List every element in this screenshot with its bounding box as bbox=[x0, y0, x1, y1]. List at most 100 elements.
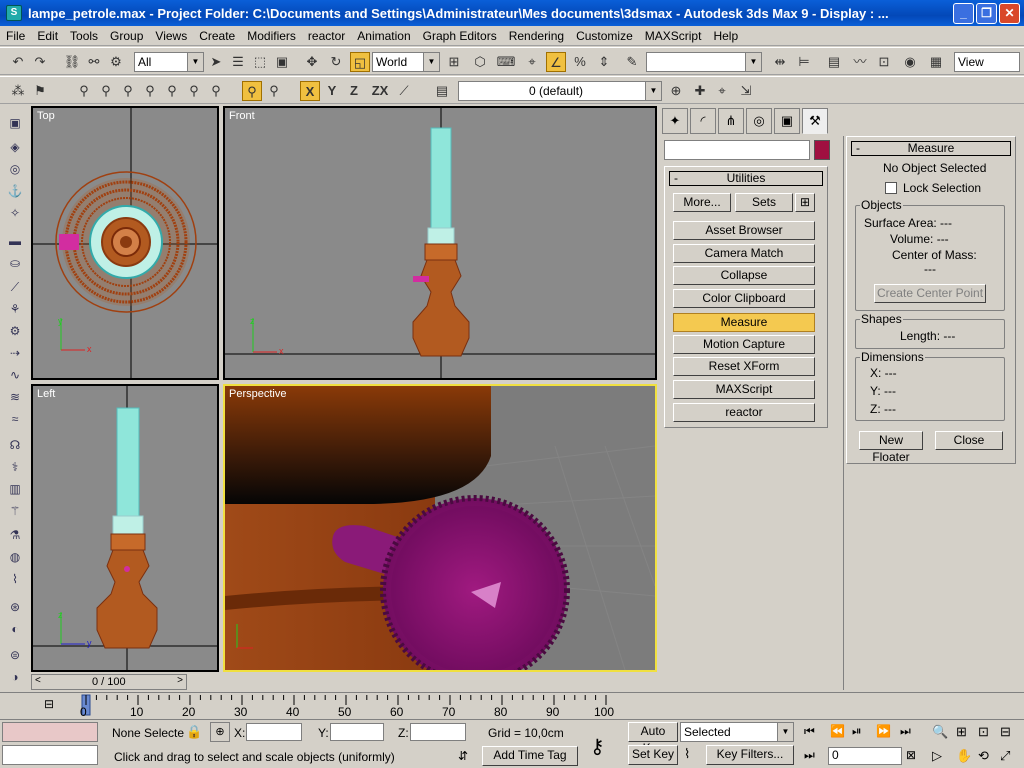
absolute-mode-icon[interactable]: ⊕ bbox=[210, 722, 230, 742]
zoom-icon[interactable]: 🔍 bbox=[932, 724, 948, 740]
more-button[interactable]: More... bbox=[673, 193, 731, 212]
viewport-label[interactable]: Perspective bbox=[229, 388, 286, 400]
time-slider-prev-icon[interactable]: < bbox=[35, 675, 41, 686]
sets-button[interactable]: Sets bbox=[735, 193, 793, 212]
viewport-front[interactable]: Front z x bbox=[223, 106, 657, 380]
set-key-mode-icon[interactable]: ⚷ bbox=[590, 734, 605, 759]
y-coord-field[interactable] bbox=[330, 723, 384, 741]
menu-customize[interactable]: Customize bbox=[570, 29, 639, 43]
render-scene-icon[interactable]: ▦ bbox=[926, 52, 946, 72]
zoom-extents-icon[interactable]: ⊡ bbox=[978, 724, 989, 740]
maximize-viewport-icon[interactable]: ⤢ bbox=[1000, 748, 1010, 764]
menu-help[interactable]: Help bbox=[707, 29, 744, 43]
align-icon[interactable]: ⊨ bbox=[794, 52, 814, 72]
set-current-layer-icon[interactable]: ⇲ bbox=[736, 81, 756, 101]
window-crossing-icon[interactable]: ▣ bbox=[272, 52, 292, 72]
utility-reactor[interactable]: reactor bbox=[673, 403, 815, 422]
select-and-scale-icon[interactable]: ◱ bbox=[350, 52, 370, 72]
key-filters-button[interactable]: Key Filters... bbox=[706, 745, 794, 765]
select-object-icon[interactable]: ➤ bbox=[206, 52, 226, 72]
select-and-move-icon[interactable]: ✥ bbox=[302, 52, 322, 72]
lock-selection-checkbox[interactable] bbox=[885, 182, 897, 194]
schematic-view-icon[interactable]: ⊡ bbox=[874, 52, 894, 72]
key-mode-toggle-icon[interactable]: ⏭ bbox=[804, 748, 815, 763]
motion-tab-icon[interactable]: ◎ bbox=[746, 108, 772, 134]
strip-icon[interactable]: ◐ bbox=[6, 622, 24, 640]
mirror-icon[interactable]: ⇹ bbox=[770, 52, 790, 72]
keyboard-shortcut-icon[interactable]: ⌨ bbox=[496, 52, 516, 72]
configure-sets-icon[interactable]: ⊞ bbox=[795, 193, 815, 212]
percent-snap-icon[interactable]: % bbox=[570, 52, 590, 72]
spinner-snap-icon[interactable]: ⇕ bbox=[594, 52, 614, 72]
angle-snap-icon[interactable]: ∠ bbox=[546, 52, 566, 72]
close-button[interactable]: Close bbox=[935, 431, 1003, 450]
field-of-view-icon[interactable]: ▷ bbox=[932, 748, 942, 764]
display-tab-icon[interactable]: ▣ bbox=[774, 108, 800, 134]
key-mode-dropdown[interactable]: Selected ▼ bbox=[680, 722, 794, 742]
time-tag-icon[interactable]: ⇵ bbox=[458, 749, 468, 763]
track-bar[interactable]: ⊟ 0 10 20 30 40 50 60 70 80 90 100 bbox=[0, 692, 1024, 719]
strip-icon[interactable]: ⇢ bbox=[6, 346, 24, 364]
menu-edit[interactable]: Edit bbox=[31, 29, 64, 43]
zoom-all-icon[interactable]: ⊞ bbox=[956, 724, 967, 740]
utility-motion-capture[interactable]: Motion Capture bbox=[673, 335, 815, 354]
menu-graph-editors[interactable]: Graph Editors bbox=[417, 29, 503, 43]
menu-modifiers[interactable]: Modifiers bbox=[241, 29, 302, 43]
maxscript-listener-field[interactable] bbox=[2, 722, 98, 742]
add-time-tag-button[interactable]: Add Time Tag bbox=[482, 746, 578, 766]
utility-collapse[interactable]: Collapse bbox=[673, 266, 815, 285]
axis-z-button[interactable]: Z bbox=[344, 81, 364, 101]
x-coord-field[interactable] bbox=[246, 723, 302, 741]
pan-icon[interactable]: ✋ bbox=[956, 748, 972, 764]
selection-filter-dropdown[interactable]: All ▼ bbox=[134, 52, 204, 72]
goto-start-icon[interactable]: ⏮ bbox=[804, 724, 815, 739]
current-layer-dropdown[interactable]: 0 (default) ▼ bbox=[458, 81, 662, 101]
utility-reset-xform[interactable]: Reset XForm bbox=[673, 357, 815, 376]
strip-icon[interactable]: ☊ bbox=[6, 438, 24, 456]
select-link-icon[interactable]: ⛓ bbox=[62, 52, 82, 72]
strip-icon[interactable]: ◈ bbox=[6, 140, 24, 158]
redo-icon[interactable]: ↷ bbox=[30, 52, 50, 72]
reactor-icon-6[interactable]: ⚲ bbox=[184, 81, 204, 101]
menu-rendering[interactable]: Rendering bbox=[503, 29, 570, 43]
menu-maxscript[interactable]: MAXScript bbox=[639, 29, 708, 43]
utility-camera-match[interactable]: Camera Match bbox=[673, 244, 815, 263]
mini-curve-editor-icon[interactable]: ⊟ bbox=[44, 697, 60, 713]
strip-icon[interactable]: ∿ bbox=[6, 368, 24, 386]
menu-file[interactable]: File bbox=[0, 29, 31, 43]
manipulate-icon[interactable]: ⬡ bbox=[470, 52, 490, 72]
utilities-rollout-header[interactable]: - Utilities bbox=[669, 171, 823, 186]
material-editor-icon[interactable]: ◉ bbox=[900, 52, 920, 72]
play-icon[interactable]: ⏯ bbox=[852, 724, 862, 739]
time-slider-next-icon[interactable]: > bbox=[177, 675, 183, 686]
create-layer-icon[interactable]: ⊕ bbox=[666, 81, 686, 101]
strip-icon[interactable]: ≋ bbox=[6, 390, 24, 408]
previous-frame-icon[interactable]: ⏪ bbox=[830, 724, 845, 738]
create-center-point-button[interactable]: Create Center Point bbox=[874, 284, 986, 303]
set-key-button[interactable]: Set Key bbox=[628, 745, 678, 765]
time-configuration-icon[interactable]: ⊠ bbox=[906, 748, 916, 762]
strip-icon[interactable]: ⚓ bbox=[6, 184, 24, 202]
reactor-icon-5[interactable]: ⚲ bbox=[162, 81, 182, 101]
layers-icon[interactable]: ▤ bbox=[432, 81, 452, 101]
reactor-icon-8[interactable]: ⚲ bbox=[264, 81, 284, 101]
select-and-rotate-icon[interactable]: ↻ bbox=[326, 52, 346, 72]
strip-icon[interactable]: ▬ bbox=[6, 234, 24, 252]
strip-icon[interactable]: ⚕ bbox=[6, 460, 24, 478]
zoom-extents-all-icon[interactable]: ⊟ bbox=[1000, 724, 1011, 740]
render-view-dropdown[interactable]: View bbox=[954, 52, 1020, 72]
layer-manager-icon[interactable]: ▤ bbox=[824, 52, 844, 72]
default-tangents-icon[interactable]: ⌇ bbox=[684, 746, 690, 762]
strip-icon[interactable]: ≈ bbox=[6, 412, 24, 430]
reactor-icon-1[interactable]: ⚲ bbox=[74, 81, 94, 101]
rectangular-selection-icon[interactable]: ⬚ bbox=[250, 52, 270, 72]
undo-icon[interactable]: ↶ bbox=[8, 52, 28, 72]
axis-y-button[interactable]: Y bbox=[322, 81, 342, 101]
reactor-icon-7[interactable]: ⚲ bbox=[206, 81, 226, 101]
scene-explorer-icon[interactable]: ⚑ bbox=[30, 81, 50, 101]
goto-end-icon[interactable]: ⏭ bbox=[900, 724, 911, 739]
time-slider[interactable]: < 0 / 100 > bbox=[31, 674, 187, 690]
create-tab-icon[interactable]: ✦ bbox=[662, 108, 688, 134]
viewport-perspective[interactable]: Perspective bbox=[223, 384, 657, 672]
strip-icon[interactable]: ✧ bbox=[6, 206, 24, 224]
